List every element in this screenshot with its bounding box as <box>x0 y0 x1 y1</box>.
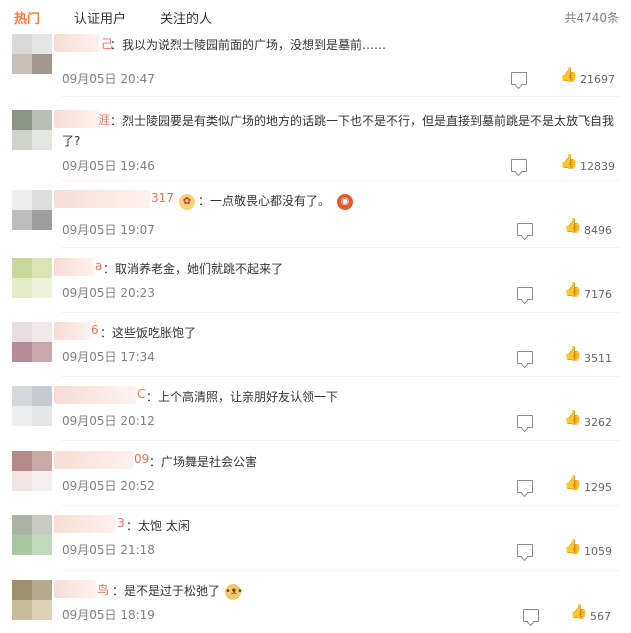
avatar[interactable] <box>12 322 52 362</box>
username-tail[interactable]: 涯 <box>98 111 110 128</box>
comment-time: 09月05日 19:07 <box>62 223 155 237</box>
comment-text: ：烈士陵园要是有类似广场的地方的话跳一下也不是不行，但是直接到墓前跳是不是太放飞… <box>110 114 615 128</box>
username-tail[interactable]: 317 <box>151 191 174 205</box>
divider <box>62 570 619 571</box>
username-blurred[interactable] <box>54 110 98 128</box>
username-blurred[interactable] <box>54 515 116 533</box>
avatar[interactable] <box>12 580 52 620</box>
thumbs-up-icon[interactable]: 👍 <box>560 67 577 83</box>
comment-time: 09月05日 20:23 <box>62 286 155 300</box>
comment-text-continued: 了? <box>62 134 81 148</box>
thumbs-up-icon[interactable]: 👍 <box>564 539 581 555</box>
like-count: 12839 <box>580 160 615 173</box>
comment-text: ：广场舞是社会公害 <box>149 455 258 469</box>
comment-time: 09月05日 21:18 <box>62 543 155 557</box>
comment-text: ：上个高清照，让亲朋好友认领一下 <box>146 390 339 404</box>
comment-icon[interactable] <box>517 351 533 364</box>
divider <box>62 505 619 506</box>
comment-icon[interactable] <box>517 480 533 493</box>
like-count: 8496 <box>584 224 612 237</box>
divider <box>62 376 619 377</box>
divider <box>62 180 619 181</box>
like-count: 1295 <box>584 481 612 494</box>
comment-text: ：是不是过于松弛了 <box>112 584 221 598</box>
thumbs-up-icon[interactable]: 👍 <box>564 410 581 426</box>
username-blurred[interactable] <box>54 580 96 598</box>
thumbs-up-icon[interactable]: 👍 <box>564 282 581 298</box>
comment-time: 09月05日 19:46 <box>62 159 155 173</box>
thumbs-up-icon[interactable]: 👍 <box>564 475 581 491</box>
username-blurred[interactable] <box>54 451 134 469</box>
username-tail[interactable]: 3 <box>117 516 125 530</box>
comment-time: 09月05日 17:34 <box>62 350 155 364</box>
tab-hot[interactable]: 热门 <box>14 8 40 27</box>
like-count: 3511 <box>584 352 612 365</box>
tab-following[interactable]: 关注的人 <box>160 8 212 27</box>
tab-verified-users[interactable]: 认证用户 <box>74 8 126 27</box>
username-tail[interactable]: C <box>137 387 145 401</box>
username-tail[interactable]: a <box>95 259 102 273</box>
comment-text: ：这些饭吃胀饱了 <box>100 326 197 340</box>
comment-icon[interactable] <box>517 223 533 236</box>
avatar[interactable] <box>12 451 52 491</box>
comment-icon[interactable] <box>517 287 533 300</box>
like-count: 3262 <box>584 416 612 429</box>
comment-count: 共4740条 <box>564 11 619 25</box>
username-blurred[interactable] <box>54 190 150 208</box>
comment-time: 09月05日 20:47 <box>62 72 155 86</box>
divider <box>62 96 619 97</box>
like-count: 21697 <box>580 73 615 86</box>
avatar[interactable] <box>12 258 52 298</box>
thumbs-up-icon[interactable]: 👍 <box>564 346 581 362</box>
username-tail[interactable]: 09 <box>134 452 149 466</box>
thumbs-up-icon[interactable]: 👍 <box>560 154 577 170</box>
avatar[interactable] <box>12 515 52 555</box>
comment-icon[interactable] <box>511 159 527 172</box>
comment-text: ：太饱 太闲 <box>126 519 190 533</box>
doge-emoji-icon: •ᴥ• <box>225 584 243 600</box>
comment-text: ：一点敬畏心都没有了。 <box>198 194 331 208</box>
comment-time: 09月05日 18:19 <box>62 608 155 622</box>
comment-icon[interactable] <box>511 72 527 85</box>
comment-icon[interactable] <box>523 609 539 622</box>
username-blurred[interactable] <box>54 386 136 404</box>
avatar[interactable] <box>12 110 52 150</box>
username-blurred[interactable] <box>54 34 100 52</box>
comment-text: ：取消养老金，她们就跳不起来了 <box>103 262 284 276</box>
avatar[interactable] <box>12 386 52 426</box>
username-tail[interactable]: 鸟 <box>97 581 109 598</box>
thumbs-up-icon[interactable]: 👍 <box>570 604 587 620</box>
divider <box>62 440 619 441</box>
divider <box>62 312 619 313</box>
comment-tabs: 热门 认证用户 关注的人 共4740条 <box>0 0 631 32</box>
comment-text: ：我以为说烈士陵园前面的广场，没想到是墓前…… <box>110 38 387 52</box>
comment-icon[interactable] <box>517 544 533 557</box>
comment-time: 09月05日 20:12 <box>62 414 155 428</box>
username-blurred[interactable] <box>54 322 90 340</box>
username-blurred[interactable] <box>54 258 94 276</box>
emoji-icon: ✿ <box>179 194 195 210</box>
username-tail[interactable]: 6 <box>91 323 99 337</box>
divider <box>62 247 619 248</box>
comment-icon[interactable] <box>517 415 533 428</box>
like-count: 1059 <box>584 545 612 558</box>
avatar[interactable] <box>12 34 52 74</box>
angry-emoji-icon: ◉ <box>337 194 353 210</box>
thumbs-up-icon[interactable]: 👍 <box>564 218 581 234</box>
like-count: 7176 <box>584 288 612 301</box>
like-count: 567 <box>590 610 611 623</box>
comment-time: 09月05日 20:52 <box>62 479 155 493</box>
avatar[interactable] <box>12 190 52 230</box>
